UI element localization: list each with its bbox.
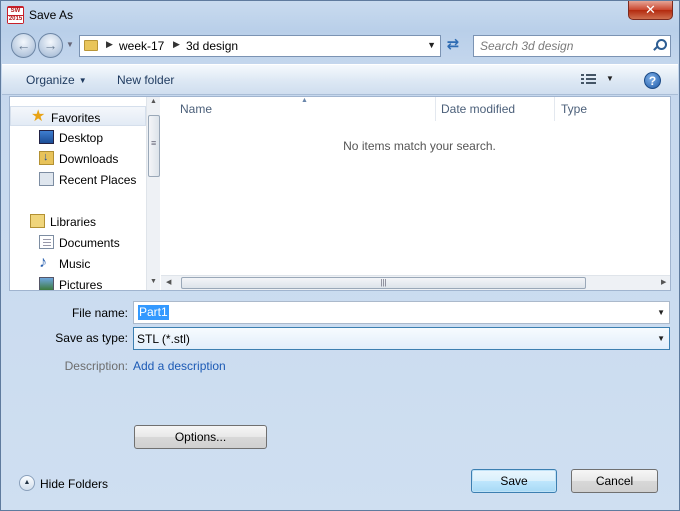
sidebar-item-recent-places[interactable]: Recent Places: [10, 169, 146, 189]
app-icon-text: SW: [8, 8, 23, 15]
sidebar-item-label: Music: [59, 257, 91, 271]
sidebar-item-desktop[interactable]: Desktop: [10, 127, 146, 147]
close-icon: ✕: [645, 2, 656, 17]
scroll-right-icon[interactable]: ▶: [661, 278, 666, 286]
chevron-down-icon: ▼: [66, 40, 74, 49]
save-as-type-label: Save as type:: [55, 331, 128, 345]
sort-ascending-icon: ▲: [301, 97, 308, 104]
star-icon: ★: [31, 108, 46, 125]
save-as-type-value: STL (*.stl): [137, 332, 190, 346]
refresh-icon: ⇄: [446, 36, 460, 53]
file-name-input[interactable]: Part1: [138, 305, 169, 320]
column-header-date-modified[interactable]: Date modified: [441, 102, 515, 116]
sidebar-group-label: Favorites: [51, 111, 101, 125]
organize-button[interactable]: Organize ▼: [26, 73, 87, 87]
file-list-pane: ▲ Name Date modified Type No items match…: [161, 97, 670, 290]
sidebar-group-libraries[interactable]: Libraries: [10, 211, 146, 231]
folder-icon: [84, 40, 98, 51]
search-input[interactable]: [474, 36, 644, 56]
desktop-icon: [39, 130, 54, 144]
sidebar-item-label: Desktop: [59, 131, 104, 145]
empty-results-message: No items match your search.: [343, 139, 496, 153]
arrow-left-icon: ←: [16, 37, 31, 53]
browser-panes: ★ Favorites Desktop Downloads Recent Pla…: [9, 96, 671, 291]
add-description-link[interactable]: Add a description: [133, 359, 226, 373]
save-as-type-select[interactable]: STL (*.stl) ▼: [133, 327, 670, 350]
command-bar: Organize ▼ New folder ▼ ?: [2, 64, 678, 95]
scroll-down-icon[interactable]: ▼: [150, 278, 157, 285]
title-bar: SW 2015 Save As ✕: [1, 1, 679, 29]
chevron-down-icon: ▼: [78, 76, 87, 85]
address-bar[interactable]: ▶ week-17 ▶ 3d design ▼: [79, 35, 441, 57]
file-name-label: File name:: [71, 306, 128, 320]
chevron-down-icon[interactable]: ▼: [657, 308, 665, 317]
forward-button[interactable]: →: [38, 33, 63, 58]
pictures-icon: [39, 277, 54, 290]
breadcrumb-separator-icon[interactable]: ▶: [173, 39, 180, 50]
hide-folders-label: Hide Folders: [40, 477, 109, 491]
window-title: Save As: [29, 8, 74, 22]
sidebar-item-label: Recent Places: [59, 173, 137, 187]
back-button[interactable]: ←: [11, 33, 36, 58]
navigation-pane: ★ Favorites Desktop Downloads Recent Pla…: [10, 97, 160, 290]
sidebar-item-label: Pictures: [59, 278, 103, 290]
scroll-up-icon[interactable]: ▲: [150, 98, 157, 105]
view-options-dropdown-icon[interactable]: ▼: [606, 74, 614, 83]
scrollbar-thumb[interactable]: |||: [181, 277, 586, 289]
sidebar-item-label: Downloads: [59, 152, 119, 166]
libraries-icon: [30, 214, 45, 228]
sidebar-item-pictures[interactable]: Pictures: [10, 274, 146, 290]
search-box[interactable]: [473, 35, 671, 57]
save-as-dialog: SW 2015 Save As ✕ ← → ▼ ▶ week-17 ▶ 3d de…: [0, 0, 680, 511]
sidebar-item-music[interactable]: ♪ Music: [10, 253, 146, 273]
description-label: Description:: [64, 359, 128, 373]
downloads-icon: [39, 151, 54, 165]
column-header-type[interactable]: Type: [561, 102, 587, 116]
sidebar-item-downloads[interactable]: Downloads: [10, 148, 146, 168]
arrow-right-icon: →: [43, 37, 58, 53]
solidworks-app-icon: SW 2015: [7, 6, 24, 24]
app-icon-year: 2015: [8, 16, 23, 23]
breadcrumb-separator-icon[interactable]: ▶: [106, 39, 113, 50]
organize-label: Organize: [26, 73, 75, 87]
documents-icon: [39, 235, 54, 249]
sidebar-group-favorites[interactable]: ★ Favorites: [10, 106, 146, 126]
column-header-name[interactable]: Name: [180, 102, 212, 116]
refresh-button[interactable]: ⇄: [444, 37, 462, 55]
search-icon[interactable]: [653, 39, 667, 51]
chevron-up-icon: ▲: [19, 475, 35, 491]
breadcrumb-3d-design[interactable]: 3d design: [186, 39, 238, 53]
help-icon[interactable]: ?: [644, 72, 661, 89]
file-name-field[interactable]: Part1 ▼: [133, 301, 670, 324]
address-dropdown-icon[interactable]: ▼: [427, 40, 436, 50]
scroll-left-icon[interactable]: ◀: [166, 278, 171, 286]
file-list-scrollbar[interactable]: ◀ ||| ▶: [161, 275, 670, 290]
music-icon: ♪: [39, 254, 47, 271]
new-folder-button[interactable]: New folder: [117, 73, 174, 87]
options-button[interactable]: Options...: [134, 425, 267, 449]
navigation-bar: ← → ▼ ▶ week-17 ▶ 3d design ▼ ⇄: [1, 31, 679, 61]
navigation-pane-scrollbar[interactable]: ▲ ▼: [146, 97, 160, 290]
scrollbar-thumb[interactable]: [148, 115, 160, 177]
sidebar-item-documents[interactable]: Documents: [10, 232, 146, 252]
save-button[interactable]: Save: [471, 469, 557, 493]
column-separator[interactable]: [554, 97, 555, 121]
recent-places-icon: [39, 172, 54, 186]
view-options-icon[interactable]: [581, 73, 597, 86]
recent-locations-dropdown[interactable]: ▼: [66, 40, 76, 50]
chevron-down-icon[interactable]: ▼: [657, 334, 665, 343]
breadcrumb-week-17[interactable]: week-17: [119, 39, 164, 53]
sidebar-group-label: Libraries: [50, 215, 97, 229]
column-separator[interactable]: [435, 97, 436, 121]
sidebar-item-label: Documents: [59, 236, 120, 250]
close-button[interactable]: ✕: [628, 1, 673, 20]
cancel-button[interactable]: Cancel: [571, 469, 658, 493]
